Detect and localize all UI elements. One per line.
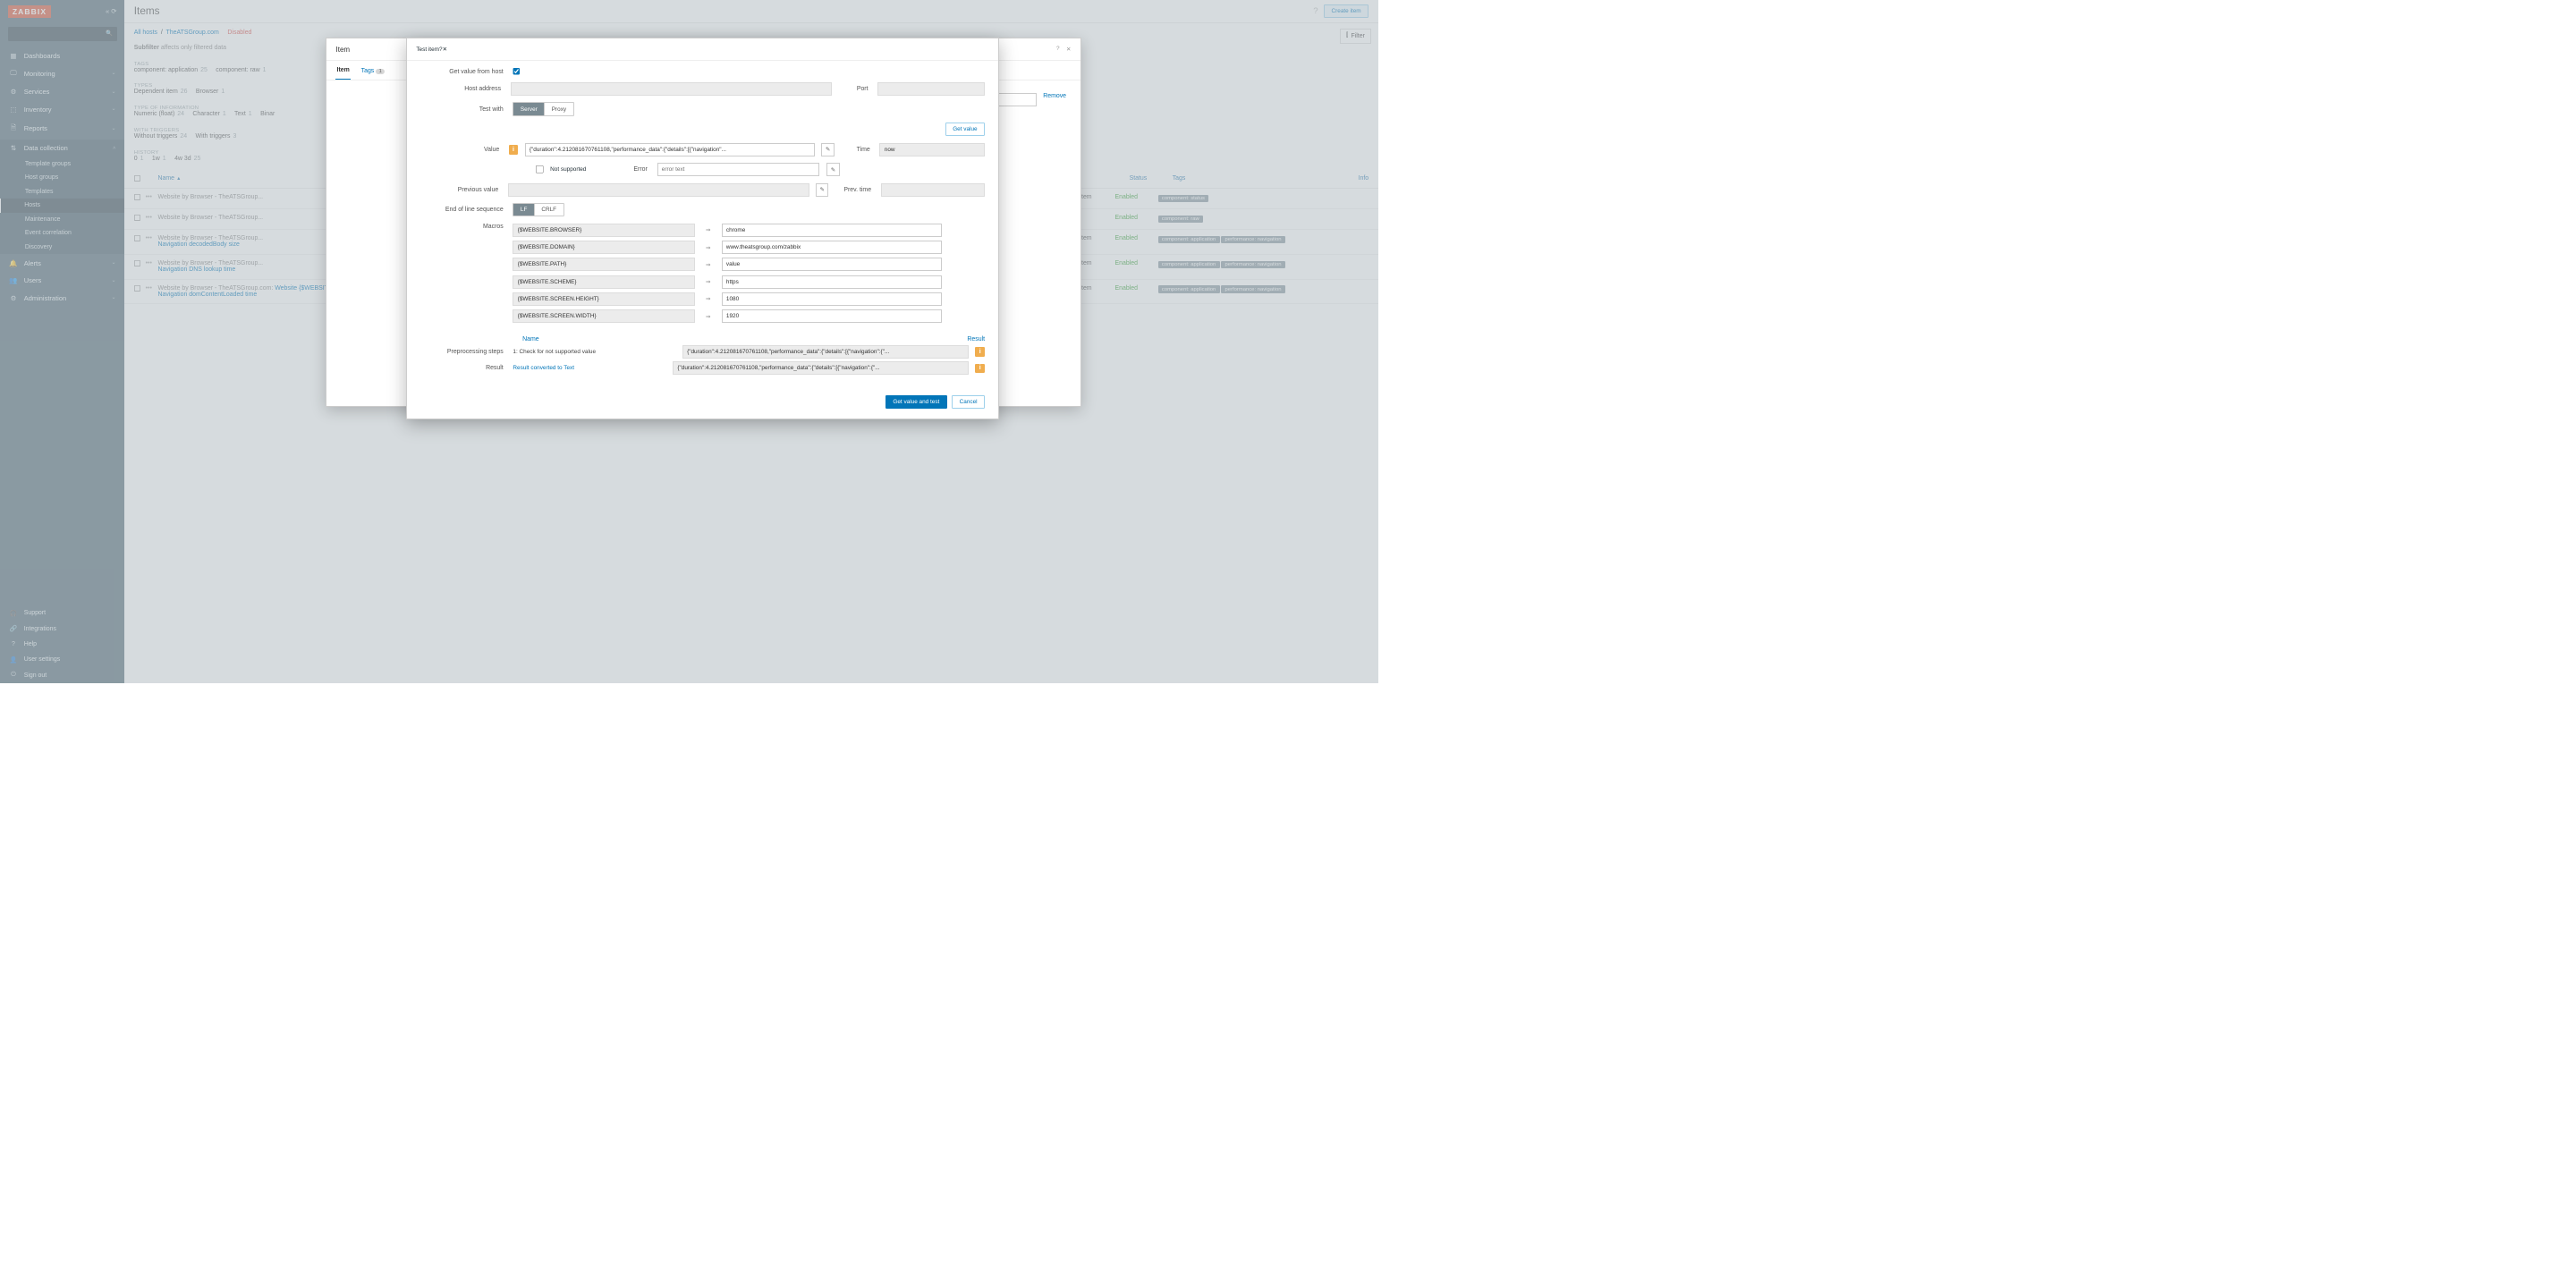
macro-value[interactable] [722, 258, 942, 271]
eol-lf[interactable]: LF [513, 204, 534, 216]
lbl-error: Error [593, 166, 650, 173]
macro-name [513, 258, 694, 271]
lbl-gvfh: Get value from host [420, 69, 506, 75]
arrow-icon: ⇒ [702, 278, 714, 285]
get-value-button[interactable]: Get value [945, 123, 985, 136]
lbl-test-with: Test with [420, 106, 506, 113]
eol-crlf[interactable]: CRLF [535, 204, 564, 216]
cancel-button[interactable]: Cancel [952, 395, 985, 409]
arrow-icon: ⇒ [702, 244, 714, 251]
macro-name [513, 275, 694, 289]
arrow-icon: ⇒ [702, 313, 714, 320]
test-item-title: Test item [416, 47, 439, 53]
lbl-pre-steps: Preprocessing steps [420, 349, 506, 355]
pre-step-result [682, 345, 969, 359]
tab-item[interactable]: Item [335, 63, 350, 80]
result-value [673, 361, 969, 375]
edit-icon[interactable]: ✎ [816, 183, 828, 197]
result-converted: Result converted to Text [513, 365, 665, 371]
warning-icon: i [509, 145, 518, 155]
not-supported-checkbox[interactable] [536, 165, 544, 173]
test-item-modal: Test item ?✕ Get value from host Host ad… [406, 38, 999, 419]
arrow-icon: ⇒ [702, 295, 714, 302]
error-input[interactable] [657, 163, 820, 176]
prev-value-input [508, 183, 809, 197]
remove-link[interactable]: Remove [1043, 93, 1066, 106]
edit-icon[interactable]: ✎ [821, 143, 834, 156]
arrow-icon: ⇒ [702, 261, 714, 268]
item-modal-title: Item [335, 46, 350, 54]
edit-icon[interactable]: ✎ [826, 163, 840, 176]
macro-value[interactable] [722, 292, 942, 306]
macro-name [513, 309, 694, 323]
value-input[interactable] [525, 143, 815, 156]
macro-value[interactable] [722, 309, 942, 323]
lbl-prev-value: Previous value [420, 187, 502, 193]
lbl-time: Time [841, 147, 873, 153]
help-icon[interactable]: ? [1056, 46, 1060, 53]
test-with-server[interactable]: Server [513, 103, 545, 114]
time-input [879, 143, 985, 156]
lbl-macros: Macros [420, 224, 506, 230]
port-input [877, 82, 985, 96]
close-icon[interactable]: ✕ [1066, 46, 1071, 53]
macro-name [513, 241, 694, 254]
lbl-host-addr: Host address [420, 86, 504, 92]
test-with-segment[interactable]: Server Proxy [513, 102, 573, 115]
lbl-result: Result [420, 365, 506, 371]
arrow-icon: ⇒ [702, 226, 714, 233]
prev-time-input [881, 183, 985, 197]
macro-name [513, 224, 694, 237]
lbl-not-supported: Not supported [550, 166, 586, 173]
pre-col-name: Name [522, 336, 675, 343]
lbl-port: Port [838, 86, 870, 92]
lbl-eol: End of line sequence [420, 207, 506, 213]
lbl-value: Value [420, 147, 503, 153]
lbl-prev-time: Prev. time [835, 187, 874, 193]
macro-value[interactable] [722, 224, 942, 237]
get-value-and-test-button[interactable]: Get value and test [886, 395, 947, 409]
macro-value[interactable] [722, 241, 942, 254]
eol-segment[interactable]: LF CRLF [513, 203, 564, 216]
test-with-proxy[interactable]: Proxy [545, 103, 572, 114]
warning-icon: i [975, 364, 985, 374]
warning-icon: i [975, 347, 985, 357]
gvfh-checkbox[interactable] [513, 68, 521, 76]
host-address-input [511, 82, 832, 96]
tab-tags[interactable]: Tags1 [360, 63, 386, 80]
pre-col-result: Result [967, 336, 985, 343]
close-icon[interactable]: ✕ [443, 47, 447, 53]
macro-value[interactable] [722, 275, 942, 289]
macro-name [513, 292, 694, 306]
pre-step-name: 1: Check for not supported value [513, 349, 675, 355]
